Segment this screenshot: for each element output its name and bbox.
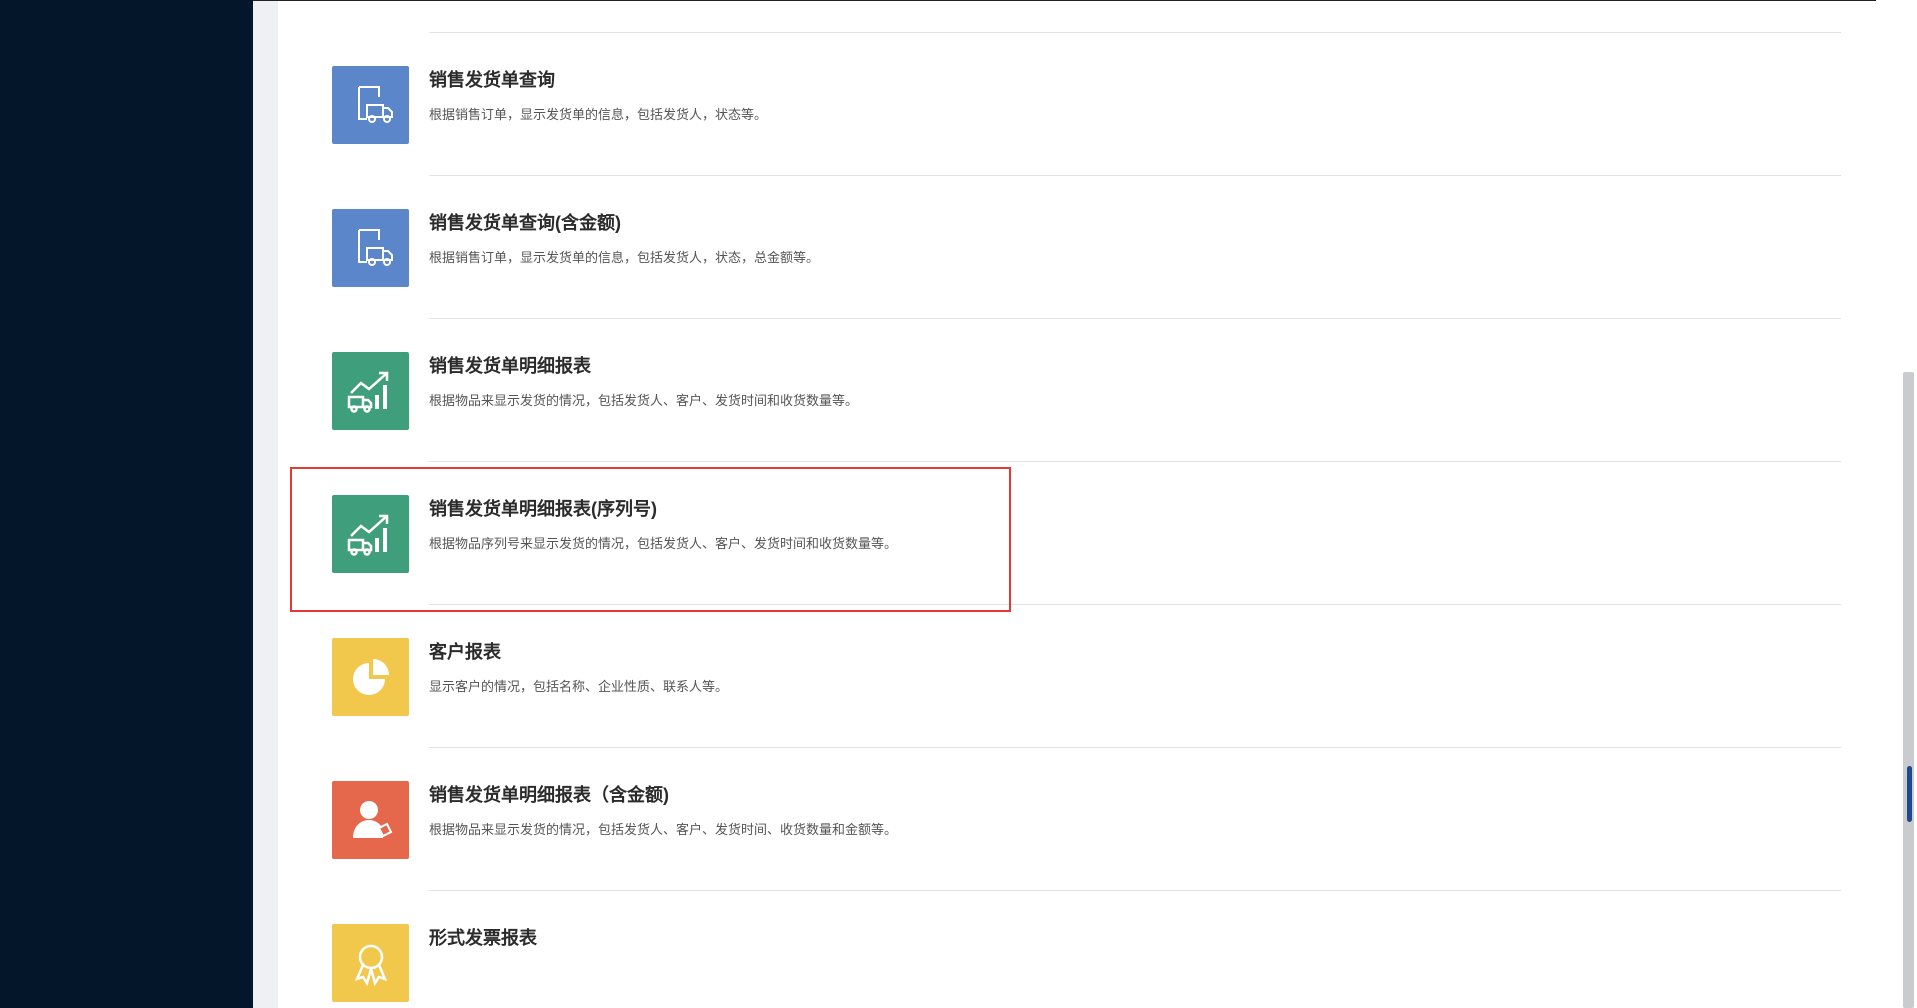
report-title[interactable]: 销售发货单查询 <box>429 66 555 92</box>
truck-growth-chart-icon <box>332 352 409 430</box>
user-tag-icon <box>332 781 409 859</box>
report-description: 显示客户的情况，包括名称、企业性质、联系人等。 <box>429 679 729 694</box>
report-item-customer[interactable]: 客户报表 显示客户的情况，包括名称、企业性质、联系人等。 <box>332 605 1844 748</box>
report-title[interactable]: 销售发货单明细报表（含金额) <box>429 781 669 807</box>
report-item-sales-delivery-detail-amount[interactable]: 销售发货单明细报表（含金额) 根据物品来显示发货的情况，包括发货人、客户、发货时… <box>332 748 1844 891</box>
report-description: 根据销售订单，显示发货单的信息，包括发货人，状态等。 <box>429 107 768 122</box>
report-item-sales-delivery-query[interactable]: 销售发货单查询 根据销售订单，显示发货单的信息，包括发货人，状态等。 <box>332 33 1844 176</box>
report-item-sales-delivery-query-amount[interactable]: 销售发货单查询(含金额) 根据销售订单，显示发货单的信息，包括发货人，状态，总金… <box>332 176 1844 319</box>
report-title[interactable]: 销售发货单明细报表 <box>429 352 591 378</box>
scrollbar-thumb[interactable] <box>1903 372 1914 1008</box>
pie-chart-icon <box>332 638 409 716</box>
report-title[interactable]: 客户报表 <box>429 638 501 664</box>
report-description: 根据物品来显示发货的情况，包括发货人、客户、发货时间和收货数量等。 <box>429 393 859 408</box>
highlight-box <box>290 467 1011 612</box>
sidebar <box>0 0 253 1008</box>
truck-document-icon <box>332 66 409 144</box>
truck-document-icon <box>332 209 409 287</box>
report-item-proforma-invoice[interactable]: 形式发票报表 <box>332 891 1844 1008</box>
report-title[interactable]: 销售发货单查询(含金额) <box>429 209 621 235</box>
report-description: 根据销售订单，显示发货单的信息，包括发货人，状态，总金额等。 <box>429 250 820 265</box>
report-description: 根据物品来显示发货的情况，包括发货人、客户、发货时间、收货数量和金额等。 <box>429 822 898 837</box>
report-title[interactable]: 形式发票报表 <box>429 924 537 950</box>
report-item-sales-delivery-detail[interactable]: 销售发货单明细报表 根据物品来显示发货的情况，包括发货人、客户、发货时间和收货数… <box>332 319 1844 462</box>
award-badge-icon <box>332 924 409 1002</box>
scrollbar-handle[interactable] <box>1907 766 1912 822</box>
